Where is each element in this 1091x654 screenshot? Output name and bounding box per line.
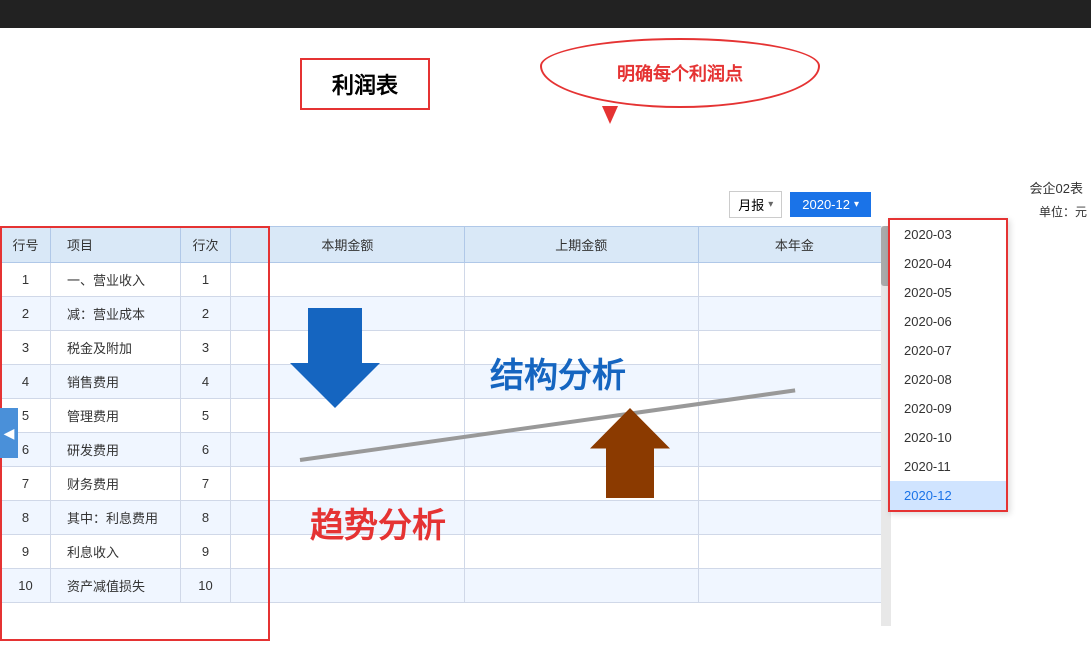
structure-analysis-label: 结构分析 — [490, 348, 626, 397]
dropdown-item-2020-07[interactable]: 2020-07 — [890, 336, 1006, 365]
cell-name: 研发费用 — [51, 433, 181, 467]
top-bar — [0, 0, 1091, 28]
date-label: 2020-12 — [802, 197, 850, 212]
title-text: 利润表 — [332, 73, 398, 98]
controls-row: 月报 ▾ 2020-12 ▾ — [729, 191, 871, 218]
cell-year — [698, 467, 890, 501]
date-dropdown: 2020-03 2020-04 2020-05 2020-06 2020-07 … — [888, 218, 1008, 512]
dropdown-item-2020-08[interactable]: 2020-08 — [890, 365, 1006, 394]
cell-name: 减：营业成本 — [51, 297, 181, 331]
col-header-last: 上期金额 — [464, 227, 698, 263]
left-tab-arrow-icon: ◀ — [4, 425, 15, 442]
table-row: 3 税金及附加 3 — [1, 331, 891, 365]
cell-order: 9 — [181, 535, 231, 569]
cell-last — [464, 297, 698, 331]
cell-id: 3 — [1, 331, 51, 365]
unit-label: 单位：元 — [1039, 203, 1087, 220]
cell-name: 财务费用 — [51, 467, 181, 501]
table-row: 7 财务费用 7 — [1, 467, 891, 501]
dropdown-item-2020-12[interactable]: 2020-12 — [890, 481, 1006, 510]
table-row: 10 资产减值损失 10 — [1, 569, 891, 603]
cell-current — [231, 569, 465, 603]
cell-last — [464, 501, 698, 535]
table-row: 1 一、营业收入 1 — [1, 263, 891, 297]
date-select-button[interactable]: 2020-12 ▾ — [790, 192, 871, 217]
cell-last — [464, 535, 698, 569]
cell-current — [231, 263, 465, 297]
dropdown-item-2020-09[interactable]: 2020-09 — [890, 394, 1006, 423]
table-row: 2 减：营业成本 2 — [1, 297, 891, 331]
col-header-id: 行号 — [1, 227, 51, 263]
cell-order: 8 — [181, 501, 231, 535]
cell-id: 4 — [1, 365, 51, 399]
cell-last — [464, 399, 698, 433]
period-chevron-icon: ▾ — [768, 199, 773, 210]
col-header-name: 项目 — [51, 227, 181, 263]
cell-id: 7 — [1, 467, 51, 501]
cell-year — [698, 501, 890, 535]
cell-name: 一、营业收入 — [51, 263, 181, 297]
table-row: 5 管理费用 5 — [1, 399, 891, 433]
left-tab[interactable]: ◀ — [0, 408, 18, 458]
date-chevron-icon: ▾ — [854, 199, 859, 210]
cell-year — [698, 365, 890, 399]
cell-order: 4 — [181, 365, 231, 399]
cell-order: 5 — [181, 399, 231, 433]
cell-last — [464, 433, 698, 467]
period-select[interactable]: 月报 ▾ — [729, 191, 782, 218]
cell-name: 税金及附加 — [51, 331, 181, 365]
title-box: 利润表 — [300, 58, 430, 110]
cell-name: 管理费用 — [51, 399, 181, 433]
cell-year — [698, 535, 890, 569]
cell-order: 2 — [181, 297, 231, 331]
cell-year — [698, 297, 890, 331]
cell-last — [464, 467, 698, 501]
cell-last — [464, 263, 698, 297]
main-content: 明确每个利润点 利润表 会企02表 月报 ▾ 2020-12 ▾ 单位：元 20… — [0, 28, 1091, 654]
dropdown-item-2020-10[interactable]: 2020-10 — [890, 423, 1006, 452]
cell-order: 10 — [181, 569, 231, 603]
cell-year — [698, 263, 890, 297]
cell-last — [464, 569, 698, 603]
cell-year — [698, 399, 890, 433]
cell-current — [231, 399, 465, 433]
col-header-year: 本年金 — [698, 227, 890, 263]
cell-name: 销售费用 — [51, 365, 181, 399]
dropdown-item-2020-11[interactable]: 2020-11 — [890, 452, 1006, 481]
cell-id: 8 — [1, 501, 51, 535]
cell-year — [698, 433, 890, 467]
col-header-current: 本期金额 — [231, 227, 465, 263]
cell-current — [231, 467, 465, 501]
cell-order: 6 — [181, 433, 231, 467]
dropdown-item-2020-06[interactable]: 2020-06 — [890, 307, 1006, 336]
cell-order: 7 — [181, 467, 231, 501]
cell-id: 1 — [1, 263, 51, 297]
cell-year — [698, 569, 890, 603]
cell-id: 2 — [1, 297, 51, 331]
cell-order: 3 — [181, 331, 231, 365]
cell-name: 资产减值损失 — [51, 569, 181, 603]
period-label: 月报 — [738, 195, 764, 214]
cell-name: 利息收入 — [51, 535, 181, 569]
cell-name: 其中：利息费用 — [51, 501, 181, 535]
callout-text: 明确每个利润点 — [617, 60, 743, 86]
cell-id: 9 — [1, 535, 51, 569]
cell-current — [231, 433, 465, 467]
trend-analysis-label: 趋势分析 — [310, 498, 446, 547]
dropdown-item-2020-03[interactable]: 2020-03 — [890, 220, 1006, 249]
dropdown-item-2020-05[interactable]: 2020-05 — [890, 278, 1006, 307]
cell-year — [698, 331, 890, 365]
dropdown-item-2020-04[interactable]: 2020-04 — [890, 249, 1006, 278]
col-header-order: 行次 — [181, 227, 231, 263]
company-code-label: 会企02表 — [1022, 176, 1091, 199]
callout-bubble: 明确每个利润点 — [540, 38, 820, 108]
cell-id: 10 — [1, 569, 51, 603]
cell-order: 1 — [181, 263, 231, 297]
